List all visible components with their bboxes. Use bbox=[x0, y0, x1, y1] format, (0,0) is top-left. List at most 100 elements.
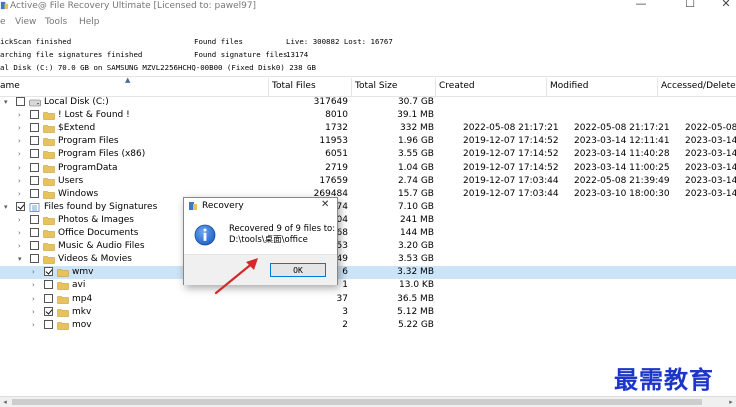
row-total-size: 3.32 MB bbox=[397, 267, 434, 278]
column-total-size[interactable]: Total Size bbox=[355, 81, 397, 91]
row-checkbox[interactable] bbox=[44, 293, 53, 303]
expand-chevron-icon[interactable]: › bbox=[18, 151, 24, 158]
close-button[interactable]: ✕ bbox=[711, 0, 736, 11]
tree-row[interactable]: › mp4 37 36.5 MB bbox=[0, 293, 736, 306]
maximize-button[interactable]: ☐ bbox=[675, 0, 705, 11]
row-checkbox[interactable] bbox=[44, 319, 53, 329]
expand-chevron-icon[interactable]: › bbox=[18, 190, 24, 198]
tree-row[interactable]: › $Extend 1732 332 MB 2022-05-08 21:17:21 202… bbox=[0, 122, 736, 135]
column-name[interactable]: ame bbox=[0, 81, 20, 91]
sort-ascending-icon: ▲ bbox=[125, 76, 131, 84]
menu-help[interactable]: Help bbox=[79, 17, 100, 27]
row-checkbox[interactable] bbox=[44, 306, 53, 316]
row-checkbox[interactable] bbox=[30, 254, 39, 264]
tree-row[interactable]: › Office Documents 68 144 MB bbox=[0, 227, 736, 240]
row-checkbox[interactable] bbox=[30, 110, 39, 120]
tree-row[interactable]: ▾ Files found by Signatures 174 7.10 GB bbox=[0, 201, 736, 214]
row-name: Program Files (x86) bbox=[58, 149, 146, 160]
ok-button[interactable]: OK bbox=[270, 263, 326, 277]
menu-edit[interactable]: e bbox=[0, 17, 6, 27]
expand-chevron-icon[interactable]: › bbox=[18, 177, 24, 185]
expand-chevron-icon[interactable]: › bbox=[32, 321, 38, 329]
expand-chevron-icon[interactable]: › bbox=[32, 308, 38, 316]
folder-icon bbox=[43, 190, 55, 199]
title-bar: Active@ File Recovery Ultimate [Licensed… bbox=[0, 0, 736, 13]
row-checkbox[interactable] bbox=[16, 201, 25, 211]
menu-tools[interactable]: Tools bbox=[45, 17, 67, 27]
expand-chevron-icon[interactable]: › bbox=[18, 138, 24, 145]
column-divider[interactable] bbox=[435, 78, 436, 96]
collapse-chevron-icon[interactable]: ▾ bbox=[18, 256, 24, 263]
tree-row[interactable]: ▾ Videos & Movies 49 3.53 GB bbox=[0, 253, 736, 266]
row-total-size: 39.1 MB bbox=[397, 110, 434, 121]
minimize-button[interactable]: — bbox=[626, 0, 656, 11]
collapse-chevron-icon[interactable]: ▾ bbox=[4, 203, 10, 211]
folder-icon bbox=[57, 269, 69, 278]
expand-chevron-icon[interactable]: › bbox=[18, 125, 24, 132]
row-checkbox[interactable] bbox=[16, 97, 25, 106]
column-modified[interactable]: Modified bbox=[550, 81, 588, 91]
dialog-close-button[interactable]: ✕ bbox=[321, 199, 329, 210]
tree-row[interactable]: › ProgramData 2719 1.04 GB 2019-12-07 17:14:… bbox=[0, 162, 736, 175]
row-checkbox[interactable] bbox=[30, 175, 39, 185]
scrollbar-thumb[interactable] bbox=[12, 399, 702, 405]
menu-view[interactable]: View bbox=[15, 17, 36, 27]
expand-chevron-icon[interactable]: › bbox=[32, 269, 38, 276]
row-checkbox[interactable] bbox=[30, 188, 39, 198]
row-checkbox[interactable] bbox=[30, 228, 39, 237]
tree-row[interactable]: › Music & Audio Files 453 3.20 GB bbox=[0, 240, 736, 253]
expand-chevron-icon[interactable]: › bbox=[32, 282, 38, 289]
column-divider[interactable] bbox=[268, 78, 269, 96]
row-name: ! Lost & Found ! bbox=[58, 110, 130, 121]
row-accessed: 2023-03-14 bbox=[685, 162, 736, 173]
column-total-files[interactable]: Total Files bbox=[272, 81, 316, 91]
expand-chevron-icon[interactable]: › bbox=[18, 164, 24, 172]
expand-chevron-icon[interactable]: › bbox=[18, 216, 24, 224]
row-total-size: 5.22 GB bbox=[397, 319, 434, 330]
tree-row[interactable]: › Program Files 11953 1.96 GB 2019-12-07 17:… bbox=[0, 135, 736, 148]
column-header: ▲ ame Total Files Total Size Created Mod… bbox=[0, 76, 736, 97]
expand-chevron-icon[interactable]: › bbox=[18, 243, 24, 250]
folder-icon bbox=[43, 217, 55, 225]
tree-row[interactable]: › mkv 3 5.12 MB bbox=[0, 306, 736, 319]
dialog-body: Recovered 9 of 9 files to: D:\tools\桌面\o… bbox=[184, 214, 337, 254]
tree-row[interactable]: › wmv 6 3.32 MB bbox=[0, 266, 736, 280]
tree-row[interactable]: ▾ Local Disk (C:) 317649 30.7 GB bbox=[0, 96, 736, 109]
row-name: Users bbox=[58, 175, 84, 186]
row-checkbox[interactable] bbox=[30, 123, 39, 133]
row-checkbox[interactable] bbox=[30, 136, 39, 146]
row-accessed: 2023-03-14 bbox=[685, 136, 736, 147]
column-created[interactable]: Created bbox=[439, 81, 475, 91]
tree-row[interactable]: › Program Files (x86) 6051 3.55 GB 2019-12-0… bbox=[0, 148, 736, 161]
tree-row[interactable]: › Windows 269484 15.7 GB 2019-12-07 17:03:44… bbox=[0, 188, 736, 201]
horizontal-scrollbar[interactable]: ◂ ▸ bbox=[0, 396, 736, 407]
row-checkbox[interactable] bbox=[30, 214, 39, 224]
collapse-chevron-icon[interactable]: ▾ bbox=[4, 99, 10, 106]
row-total-size: 3.53 GB bbox=[397, 254, 434, 265]
menu-bar: e View Tools Help bbox=[0, 15, 736, 31]
expand-chevron-icon[interactable]: › bbox=[18, 112, 24, 119]
row-name: avi bbox=[72, 280, 86, 291]
expand-chevron-icon[interactable]: › bbox=[32, 295, 38, 303]
tree-row[interactable]: › Photos & Images 504 241 MB bbox=[0, 214, 736, 227]
row-checkbox[interactable] bbox=[30, 241, 39, 251]
column-divider[interactable] bbox=[351, 78, 352, 96]
log-text: Found signature files bbox=[194, 50, 288, 59]
row-total-size: 3.20 GB bbox=[397, 241, 434, 252]
column-accessed[interactable]: Accessed/Deleted bbox=[661, 81, 736, 91]
column-divider[interactable] bbox=[546, 78, 547, 96]
tree-row[interactable]: › avi 1 13.0 KB bbox=[0, 279, 736, 292]
row-modified: 2023-03-10 18:00:30 bbox=[574, 188, 670, 199]
tree-row[interactable]: › Users 17659 2.74 GB 2019-12-07 17:03:44 202… bbox=[0, 175, 736, 188]
row-total-files: 11953 bbox=[319, 136, 348, 147]
row-total-files: 3 bbox=[342, 306, 348, 317]
row-checkbox[interactable] bbox=[30, 162, 39, 172]
row-checkbox[interactable] bbox=[30, 149, 39, 159]
tree-row[interactable]: › mov 2 5.22 GB bbox=[0, 319, 736, 332]
row-modified: 2023-03-14 11:00:25 bbox=[574, 162, 670, 173]
expand-chevron-icon[interactable]: › bbox=[18, 230, 24, 237]
row-checkbox[interactable] bbox=[44, 280, 53, 290]
row-checkbox[interactable] bbox=[44, 267, 53, 277]
tree-row[interactable]: › ! Lost & Found ! 8010 39.1 MB bbox=[0, 109, 736, 122]
column-divider[interactable] bbox=[657, 78, 658, 96]
